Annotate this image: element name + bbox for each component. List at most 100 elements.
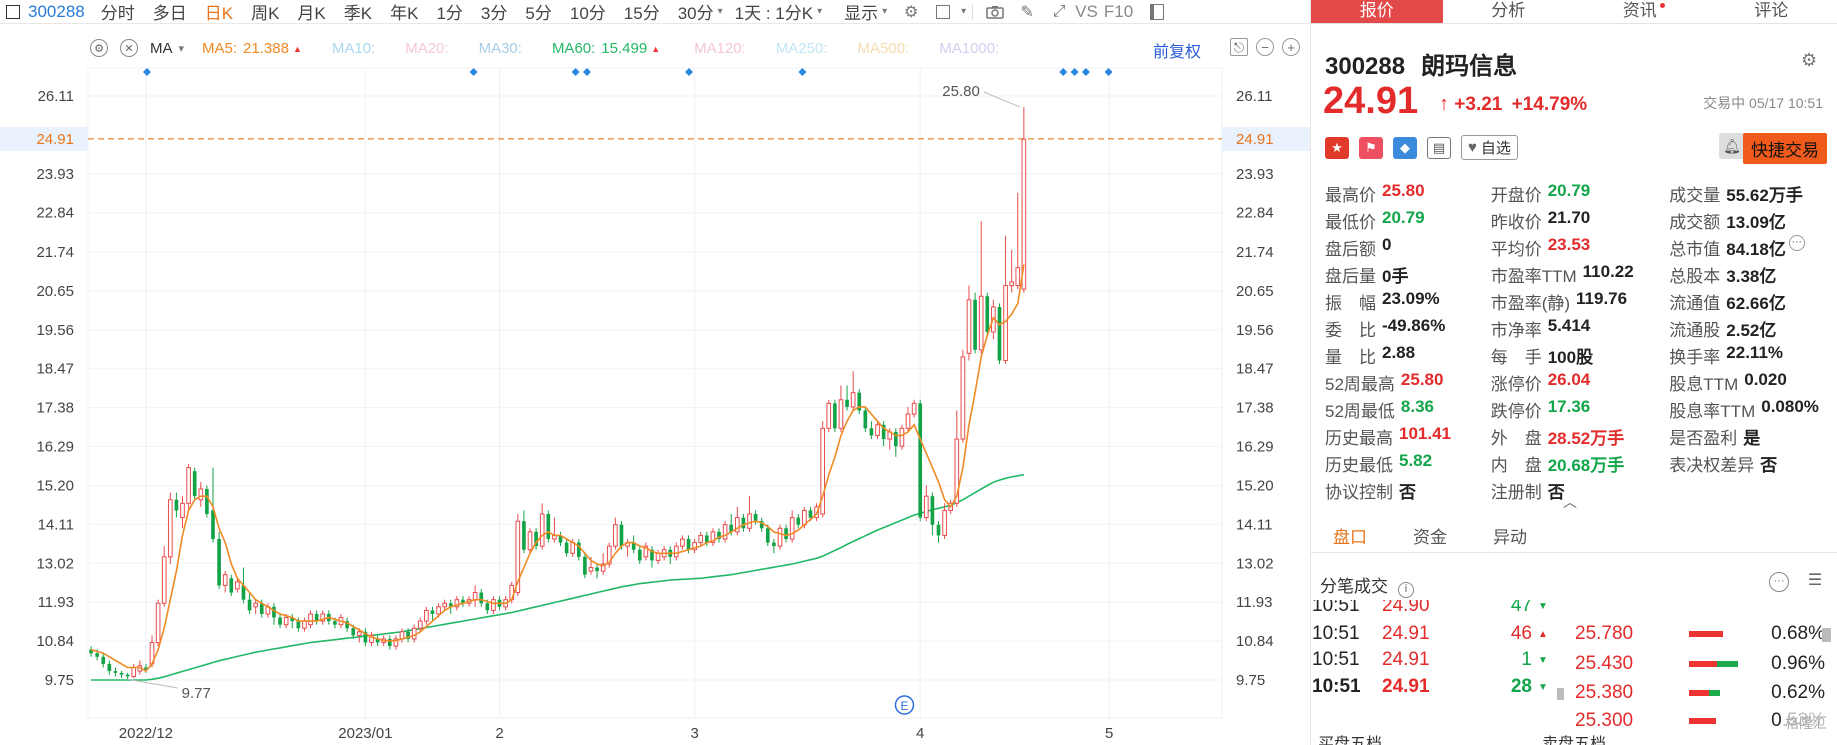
- stat-cell: 内 盘 20.68万手: [1491, 451, 1670, 476]
- stats-row: 盘后量 0手 市盈率TTM 110.22 总股本 3.38亿: [1325, 261, 1835, 288]
- tag-icon[interactable]: ◆: [1393, 136, 1417, 159]
- ma-name: MA10:: [331, 39, 376, 57]
- sub-tab-1[interactable]: 资金: [1413, 525, 1447, 552]
- book-price: 25.300: [1575, 710, 1634, 731]
- event-marker-icon[interactable]: [1104, 68, 1113, 76]
- collapse-caret-icon[interactable]: ︿: [1563, 492, 1577, 512]
- candle-body-down: [997, 306, 1002, 361]
- event-marker-icon[interactable]: [1059, 68, 1068, 76]
- stat-label: 是否盈利: [1669, 429, 1738, 448]
- candle-body-down: [174, 499, 179, 511]
- stat-value: 119.76: [1576, 289, 1628, 308]
- book-ratio-bar: [1689, 631, 1743, 637]
- info-icon[interactable]: i: [1398, 582, 1414, 598]
- stat-cell: 流通值 62.66亿: [1669, 289, 1835, 314]
- book-percent: 0.62%: [1771, 682, 1825, 703]
- event-marker-icon[interactable]: [1081, 68, 1090, 76]
- quote-tab-1[interactable]: 分析: [1443, 0, 1575, 23]
- event-marker-icon[interactable]: [1070, 68, 1079, 76]
- collapse-icon[interactable]: ⎋: [1230, 38, 1248, 56]
- quick-trade-button[interactable]: 快捷交易: [1743, 133, 1827, 164]
- tick-volume: 28: [1510, 676, 1532, 697]
- quote-tab-0[interactable]: 报价: [1311, 0, 1443, 23]
- tick-row: 10:51 24.91 28 ▼: [1312, 673, 1562, 701]
- book-percent: 0.96%: [1771, 653, 1825, 674]
- ma-item-0[interactable]: MA5: 21.388 ▲: [202, 40, 302, 57]
- candle-body-down: [430, 610, 435, 614]
- ma-item-1[interactable]: MA10:: [332, 40, 375, 57]
- ma-item-8[interactable]: MA1000:: [939, 40, 999, 57]
- candle-body-down: [796, 517, 801, 525]
- scrollbar[interactable]: [1557, 688, 1564, 700]
- ma-item-3[interactable]: MA30:: [479, 40, 522, 57]
- candle-body-up: [905, 413, 911, 429]
- bar-red: [1689, 631, 1723, 637]
- stock-app: 300288 分时 多日 日K 周K 月K 季K 年K 1分 3分 5分 10分 15分 30分 ▾ 1…: [0, 0, 1837, 745]
- stat-cell: 52周最高 25.80: [1325, 370, 1491, 395]
- menu-lines-icon[interactable]: ☰: [1805, 572, 1825, 592]
- candle-body-down: [278, 617, 282, 625]
- up-arrow-icon: ▲: [651, 43, 661, 54]
- settings-gear-icon[interactable]: ⚙: [1801, 50, 1821, 70]
- quote-tab-2[interactable]: 资讯: [1574, 0, 1706, 23]
- stat-value: 5.82: [1399, 451, 1433, 470]
- stat-label: 量 比: [1325, 348, 1376, 367]
- ma-item-6[interactable]: MA250:: [776, 40, 828, 57]
- ma-item-5[interactable]: MA120:: [694, 40, 746, 57]
- fenbi-controls: ··· ☰: [1753, 572, 1825, 592]
- tick-price: 24.90: [1382, 600, 1430, 616]
- scrollbar[interactable]: [1822, 628, 1831, 642]
- buy-levels-label: 买盘五档: [1318, 736, 1383, 745]
- event-marker-icon[interactable]: [142, 68, 151, 76]
- quote-stats: 最高价 25.80 开盘价 20.79 成交量 55.62万手 最低价 20.79 昨收价 21.…: [1325, 180, 1835, 504]
- zoom-in-icon[interactable]: +: [1282, 38, 1300, 56]
- stat-cell: 昨收价 21.70: [1491, 208, 1670, 233]
- more-icon[interactable]: ···: [1769, 572, 1789, 592]
- tick-list: 10:51 24.90 47 ▼ 10:51 24.91 46 ▲ 10:51 24.91 1 ▼ 10…: [1312, 600, 1562, 745]
- stat-label: 每 手: [1490, 348, 1542, 367]
- ma-item-7[interactable]: MA500:: [858, 40, 910, 57]
- note-icon[interactable]: ▤: [1427, 136, 1451, 159]
- stat-value: 25.80: [1382, 181, 1425, 200]
- y-tick-label-right: 14.11: [1236, 516, 1272, 533]
- stat-label: 市净率: [1490, 321, 1542, 340]
- runner-icon[interactable]: ⚑: [1359, 136, 1383, 159]
- high-annotation: 25.80: [942, 83, 980, 100]
- y-tick-label-left: 16.29: [36, 439, 74, 456]
- close-icon[interactable]: ✕: [120, 39, 138, 57]
- price-change: ↑ +3.21 +14.79%: [1439, 93, 1587, 116]
- stat-label: 成交额: [1669, 213, 1721, 232]
- quote-tab-3[interactable]: 评论: [1706, 0, 1837, 23]
- kline-chart[interactable]: 2022/12 2023/01 2 3 4 5 26.11 26.11 24.91 24.91 23…: [0, 0, 1310, 745]
- event-marker-icon[interactable]: [571, 68, 580, 76]
- chevron-down-icon[interactable]: ▾: [179, 42, 185, 55]
- more-icon[interactable]: ⋯: [1788, 235, 1805, 251]
- add-favorite-button[interactable]: ♥ 自选: [1461, 135, 1518, 160]
- ma-item-4[interactable]: MA60: 15.499 ▲: [552, 40, 660, 57]
- stats-row: 盘后额 0 平均价 23.53 总市值 84.18亿 ⋯: [1325, 234, 1835, 261]
- sub-tab-0[interactable]: 盘口: [1333, 525, 1367, 552]
- event-marker-icon[interactable]: [798, 68, 807, 76]
- book-row: 25.430 0.96%: [1575, 650, 1830, 678]
- ma-label[interactable]: MA: [150, 40, 173, 57]
- event-marker-icon[interactable]: [469, 68, 478, 76]
- zoom-out-icon[interactable]: −: [1256, 38, 1274, 56]
- ma-item-2[interactable]: MA20:: [405, 40, 448, 57]
- bell-icon[interactable]: 🔔︎: [1719, 133, 1745, 159]
- event-marker-icon[interactable]: [582, 68, 591, 76]
- stat-cell: 注册制否: [1491, 478, 1670, 503]
- candle-body-up: [302, 620, 307, 629]
- tick-price: 24.91: [1382, 649, 1430, 670]
- adjust-toggle[interactable]: 前复权: [1153, 38, 1201, 62]
- arrow-up-icon: ↑: [1439, 93, 1449, 115]
- x-tick-label: 2022/12: [119, 725, 173, 742]
- settings-gear-icon[interactable]: ⚙: [90, 39, 108, 57]
- event-marker-icon[interactable]: [685, 68, 694, 76]
- candle-body-down: [485, 603, 490, 611]
- ma-value: 21.388: [243, 39, 289, 57]
- sub-tab-2[interactable]: 异动: [1493, 525, 1527, 552]
- y-tick-label-right: 19.56: [1236, 322, 1274, 339]
- stat-label: 成交量: [1669, 186, 1721, 205]
- stat-cell: 平均价 23.53: [1491, 235, 1670, 260]
- y-tick-label-left: 14.11: [38, 516, 74, 533]
